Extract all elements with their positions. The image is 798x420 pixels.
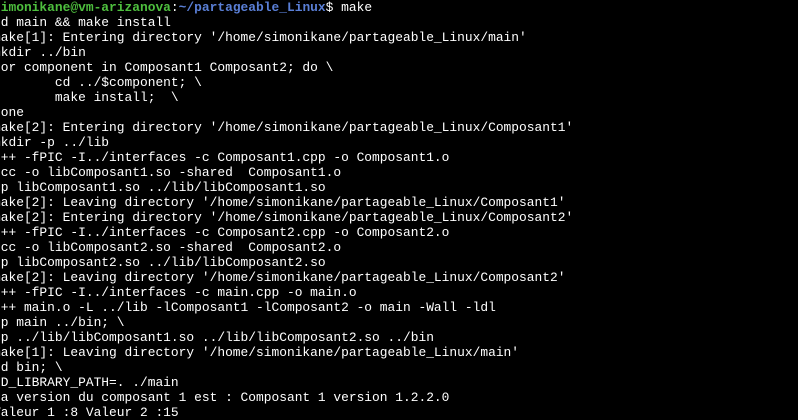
- prompt-symbol: $: [325, 0, 342, 15]
- output-line: cp libComposant1.so ../lib/libComposant1…: [0, 180, 326, 195]
- output-line: cd main && make install: [0, 15, 171, 30]
- output-line: cp main ../bin; \: [0, 315, 125, 330]
- output-line: make[2]: Entering directory '/home/simon…: [0, 120, 574, 135]
- output-line: make[1]: Leaving directory '/home/simoni…: [0, 345, 520, 360]
- prompt-separator: :: [170, 0, 179, 15]
- terminal-window[interactable]: simonikane@vm-arizanova:~/partageable_Li…: [0, 0, 798, 420]
- output-line: mkdir ../bin: [0, 45, 86, 60]
- output-line: cd bin; \: [0, 360, 63, 375]
- shell-prompt-line: simonikane@vm-arizanova:~/partageable_Li…: [0, 0, 798, 15]
- prompt-path: ~/partageable_Linux: [178, 0, 326, 15]
- output-line: La version du composant 1 est : Composan…: [0, 390, 450, 405]
- output-line: g++ -fPIC -I../interfaces -c Composant2.…: [0, 225, 450, 240]
- output-line: for component in Composant1 Composant2; …: [0, 60, 334, 75]
- output-line: make install; \: [0, 90, 179, 105]
- output-line: LD_LIBRARY_PATH=. ./main: [0, 375, 179, 390]
- output-line: cp ../lib/libComposant1.so ../lib/libCom…: [0, 330, 434, 345]
- prompt-command: make: [341, 0, 373, 15]
- output-line: cd ../$component; \: [0, 75, 202, 90]
- output-line: make[1]: Entering directory '/home/simon…: [0, 30, 527, 45]
- output-line: gcc -o libComposant1.so -shared Composan…: [0, 165, 342, 180]
- output-line: mkdir -p ../lib: [0, 135, 110, 150]
- output-line: make[2]: Entering directory '/home/simon…: [0, 210, 574, 225]
- output-line: make[2]: Leaving directory '/home/simoni…: [0, 195, 566, 210]
- output-line: make[2]: Leaving directory '/home/simoni…: [0, 270, 566, 285]
- output-line: Valeur 1 :8 Valeur 2 :15: [0, 405, 179, 420]
- output-line: g++ -fPIC -I../interfaces -c main.cpp -o…: [0, 285, 357, 300]
- output-line: g++ main.o -L ../lib -lComposant1 -lComp…: [0, 300, 496, 315]
- output-line: gcc -o libComposant2.so -shared Composan…: [0, 240, 342, 255]
- output-line: done: [0, 105, 24, 120]
- output-line: cp libComposant2.so ../lib/libComposant2…: [0, 255, 326, 270]
- output-line: g++ -fPIC -I../interfaces -c Composant1.…: [0, 150, 450, 165]
- prompt-user-host: simonikane@vm-arizanova: [0, 0, 171, 15]
